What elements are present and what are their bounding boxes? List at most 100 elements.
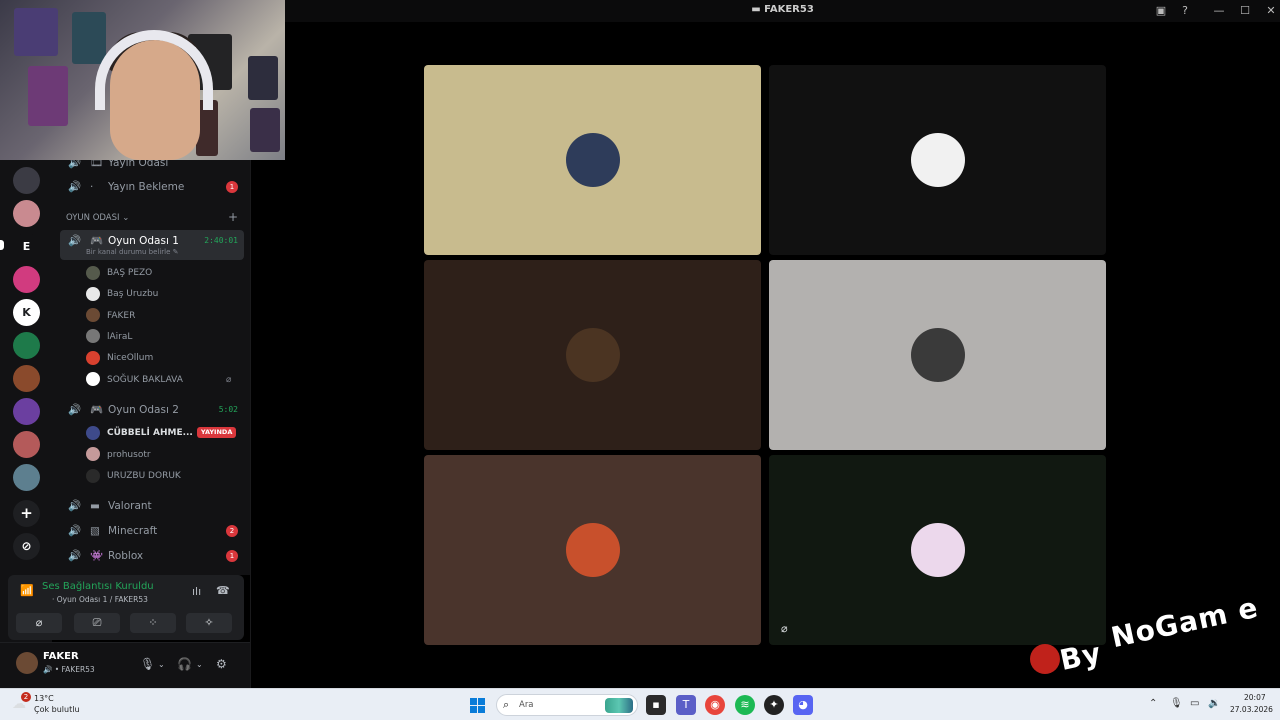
- spotify-app-icon[interactable]: ≋: [735, 695, 755, 715]
- member-name: lAiraL: [107, 331, 133, 342]
- speaker-icon: 🔊: [68, 500, 82, 512]
- channel-minecraft[interactable]: 🔊 ▧ Minecraft 2: [60, 520, 244, 542]
- tray-volume-icon[interactable]: 🔉: [1208, 698, 1220, 709]
- channel-oyun-odasi-1[interactable]: 🔊 🎮 Oyun Odası 1 2:40:01 Bir kanal durumu …: [60, 230, 244, 260]
- server-icon[interactable]: [13, 365, 40, 392]
- channel-yayin-odasi[interactable]: 🔊 🎞 Yayın Odası: [60, 160, 244, 174]
- gear-icon[interactable]: ⚙: [216, 657, 227, 671]
- category-oyun-odasi[interactable]: OYUN ODASI ⌄: [66, 213, 129, 223]
- minimize-button[interactable]: —: [1211, 3, 1227, 19]
- terminal-app-icon[interactable]: ▪: [646, 695, 666, 715]
- video-tile[interactable]: [769, 65, 1106, 255]
- video-tile[interactable]: [424, 260, 761, 450]
- voice-location[interactable]: · Oyun Odası 1 / FAKER53: [52, 595, 148, 604]
- microphone-icon[interactable]: 🎙: [140, 657, 155, 671]
- tray-chevron-icon[interactable]: ⌃: [1149, 698, 1157, 709]
- taskbar: ☁ 2 13°C Çok bulutlu ⌕ Ara ▪ T ◉ ≋ ✦ ◕ ⌃…: [0, 688, 1280, 720]
- channel-icon: ·: [90, 181, 94, 193]
- screen-share-button[interactable]: ⎚: [74, 613, 120, 633]
- video-tile[interactable]: [424, 455, 761, 645]
- add-channel-icon[interactable]: +: [228, 210, 238, 224]
- channel-oyun-odasi-2[interactable]: 🔊 🎮 Oyun Odası 2 5:02: [60, 399, 244, 421]
- start-button[interactable]: [470, 698, 485, 713]
- channel-status-hint[interactable]: Bir kanal durumu belirle ✎: [86, 246, 179, 258]
- activities-button[interactable]: ⁘: [130, 613, 176, 633]
- camera-off-button[interactable]: ⌀: [16, 613, 62, 633]
- disconnect-icon[interactable]: ☎: [216, 584, 230, 597]
- avatar: [565, 328, 620, 382]
- weather-temp[interactable]: 13°C: [34, 694, 54, 703]
- mic-muted-icon: ⌀: [781, 622, 788, 635]
- voice-status[interactable]: Ses Bağlantısı Kuruldu: [42, 581, 154, 592]
- teams-app-icon[interactable]: T: [676, 695, 696, 715]
- add-server-button[interactable]: +: [13, 500, 40, 527]
- voice-member[interactable]: URUZBU DORUK: [86, 466, 181, 486]
- app-icon[interactable]: ✦: [764, 695, 784, 715]
- speaker-icon: 🔊: [68, 181, 82, 193]
- avatar[interactable]: [16, 652, 38, 674]
- voice-member[interactable]: Baş Uruzbu: [86, 284, 158, 304]
- maximize-button[interactable]: ☐: [1237, 3, 1253, 19]
- channel-icon: 🎞: [90, 160, 104, 169]
- divider: [250, 160, 251, 688]
- speaker-icon: 🔊: [68, 404, 82, 416]
- taskbar-search[interactable]: ⌕ Ara: [496, 694, 638, 716]
- inbox-icon[interactable]: ▣: [1153, 3, 1169, 19]
- server-icon[interactable]: K: [13, 299, 40, 326]
- speaker-icon: 🔊: [68, 235, 82, 247]
- member-name: CÜBBELİ AHME...: [107, 428, 193, 438]
- tray-network-icon[interactable]: ▭: [1190, 698, 1199, 709]
- voice-member[interactable]: BAŞ PEZO: [86, 263, 152, 283]
- voice-member[interactable]: CÜBBELİ AHME... YAYINDA: [86, 423, 237, 443]
- speaker-icon: 🔊: [68, 525, 82, 537]
- voice-member[interactable]: SOĞUK BAKLAVA ⌀: [86, 370, 231, 390]
- watermark: By NoGam e: [1030, 591, 1280, 686]
- avatar: [86, 308, 100, 323]
- channel-timer: 2:40:01: [204, 236, 238, 245]
- server-icon[interactable]: [13, 332, 40, 359]
- voice-member[interactable]: NiceOllum: [86, 348, 153, 368]
- voice-member[interactable]: prohusotr: [86, 445, 151, 465]
- channel-roblox[interactable]: 🔊 👾 Roblox 1: [60, 545, 244, 567]
- search-placeholder: Ara: [519, 700, 534, 710]
- watermark-text-nogame: NoGam e: [1108, 590, 1262, 655]
- headphones-icon[interactable]: 🎧: [177, 657, 192, 671]
- channel-valorant[interactable]: 🔊 ▬ Valorant: [60, 495, 244, 517]
- channel-yayin-bekleme[interactable]: 🔊 · Yayın Bekleme 1: [60, 176, 244, 198]
- chevron-down-icon[interactable]: ⌄: [196, 660, 203, 669]
- signal-icon: 📶: [20, 584, 34, 597]
- server-icon[interactable]: [13, 200, 40, 227]
- server-icon[interactable]: [13, 398, 40, 425]
- clock-time[interactable]: 20:07: [1244, 693, 1266, 702]
- server-icon[interactable]: [13, 266, 40, 293]
- chrome-app-icon[interactable]: ◉: [705, 695, 725, 715]
- server-icon[interactable]: [13, 464, 40, 491]
- discord-app-icon[interactable]: ◕: [793, 695, 813, 715]
- user-name[interactable]: FAKER: [43, 651, 79, 662]
- weather-badge: 2: [21, 692, 31, 702]
- member-name: Baş Uruzbu: [107, 289, 159, 300]
- weather-desc[interactable]: Çok bulutlu: [34, 705, 80, 714]
- server-icon[interactable]: [13, 167, 40, 194]
- chevron-down-icon[interactable]: ⌄: [158, 660, 165, 669]
- help-icon[interactable]: ?: [1177, 3, 1193, 19]
- voice-member[interactable]: FAKER: [86, 306, 135, 326]
- close-button[interactable]: ✕: [1263, 3, 1279, 19]
- video-tile[interactable]: [769, 260, 1106, 450]
- webcam-overlay: [0, 0, 285, 160]
- server-icon[interactable]: [13, 431, 40, 458]
- noise-suppression-icon[interactable]: ılı: [192, 585, 201, 598]
- avatar: [910, 328, 965, 382]
- server-icon[interactable]: E: [13, 233, 40, 260]
- user-panel: FAKER 🔊 • FAKER53 🎙 ⌄ 🎧 ⌄ ⚙: [0, 642, 250, 688]
- soundboard-button[interactable]: ✧: [186, 613, 232, 633]
- channel-badge: 1: [226, 550, 238, 562]
- title-bar: ▬ FAKER53 ▣ ? — ☐ ✕: [285, 0, 1280, 22]
- avatar: [86, 286, 100, 301]
- avatar: [86, 468, 100, 483]
- tray-mic-icon[interactable]: 🎙: [1170, 698, 1183, 709]
- voice-member[interactable]: lAiraL: [86, 327, 132, 347]
- video-tile[interactable]: [424, 65, 761, 255]
- clock-date[interactable]: 27.03.2026: [1230, 705, 1273, 714]
- explore-servers-button[interactable]: ⊘: [13, 533, 40, 560]
